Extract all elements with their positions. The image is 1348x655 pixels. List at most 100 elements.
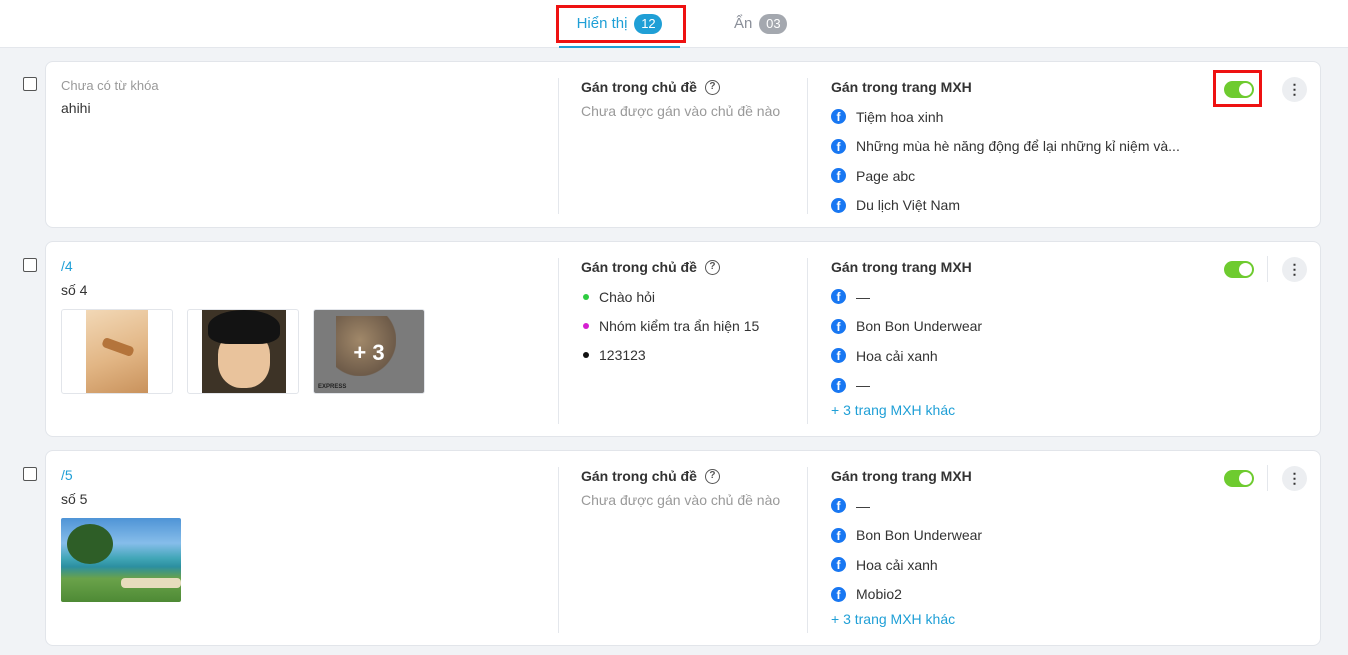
page-list: f — f Bon Bon Underwear f Hoa cải xanh f Mob… — [831, 491, 1211, 609]
pages-column: Gán trong trang MXH f — f Bon Bon Underwea… — [831, 258, 1211, 418]
visibility-toggle[interactable] — [1224, 470, 1254, 487]
action-separator — [1267, 465, 1268, 491]
keyword-card: Chưa có từ khóa ahihi Gán trong chủ đề ?… — [45, 61, 1321, 228]
page-item: f — — [831, 371, 1211, 401]
pages-column: Gán trong trang MXH f Tiệm hoa xinh f Nhữn… — [831, 78, 1211, 220]
more-vertical-icon: ⋮ — [1287, 470, 1302, 486]
keyword-title: ahihi — [61, 100, 91, 116]
facebook-icon: f — [831, 586, 846, 602]
topic-label: Nhóm kiểm tra ẩn hiện 15 — [599, 317, 760, 334]
page-item: f — — [831, 282, 1211, 312]
facebook-icon: f — [831, 197, 846, 213]
page-name: Hoa cải xanh — [856, 347, 938, 364]
topics-empty-text: Chưa được gán vào chủ đề nào — [581, 103, 781, 119]
help-icon[interactable]: ? — [704, 259, 720, 275]
toggle-knob — [1239, 83, 1252, 96]
page-name: Hoa cải xanh — [856, 556, 938, 573]
tab-visible-count: 12 — [634, 13, 663, 34]
topics-heading: Gán trong chủ đề ? — [581, 78, 811, 96]
facebook-icon: f — [831, 557, 846, 573]
column-divider — [807, 258, 808, 424]
thumbnail-character-image[interactable] — [187, 309, 299, 394]
topics-heading-label: Gán trong chủ đề — [581, 79, 697, 95]
page-item: f Hoa cải xanh — [831, 341, 1211, 371]
page-name: — — [856, 377, 870, 394]
topic-item: Chào hỏi — [581, 282, 811, 311]
toggle-knob — [1239, 472, 1252, 485]
toggle-knob — [1239, 263, 1252, 276]
column-divider — [558, 78, 559, 214]
facebook-icon: f — [831, 318, 846, 334]
keyword-title: số 5 — [61, 491, 88, 507]
column-divider — [807, 78, 808, 214]
pages-column: Gán trong trang MXH f — f Bon Bon Underwea… — [831, 467, 1211, 627]
more-images-count: + 3 — [353, 340, 385, 365]
column-divider — [558, 258, 559, 424]
keyword-column: Chưa có từ khóa ahihi — [61, 78, 551, 116]
topics-heading-label: Gán trong chủ đề — [581, 468, 697, 484]
visibility-toggle[interactable] — [1224, 261, 1254, 278]
topics-column: Gán trong chủ đề ? Chưa được gán vào chủ… — [581, 467, 811, 508]
facebook-icon: f — [831, 348, 846, 364]
keyword-column: /5 số 5 — [61, 467, 551, 602]
row-checkbox[interactable] — [23, 467, 37, 481]
page-name: — — [856, 497, 870, 514]
tab-visible[interactable]: Hiển thị 12 — [559, 0, 680, 48]
facebook-icon: f — [831, 138, 846, 154]
more-options-button[interactable]: ⋮ — [1282, 466, 1307, 491]
topic-color-dot — [583, 293, 589, 300]
page-item: f Những mùa hè năng động để lại những kỉ … — [831, 132, 1211, 162]
page-list: f — f Bon Bon Underwear f Hoa cải xanh f — — [831, 282, 1211, 400]
tab-hidden[interactable]: Ẩn 03 — [734, 0, 788, 47]
facebook-icon: f — [831, 527, 846, 543]
keyword-card: /5 số 5 Gán trong chủ đề ? Chưa được gán… — [45, 450, 1321, 646]
facebook-icon: f — [831, 377, 846, 393]
topic-item: 123123 — [581, 340, 811, 369]
facebook-icon: f — [831, 109, 846, 125]
page-name: Mobio2 — [856, 586, 902, 603]
topics-empty-text: Chưa được gán vào chủ đề nào — [581, 492, 781, 508]
thumbnail-more-images[interactable]: + 3 EXPRESS — [313, 309, 425, 394]
keyword-empty-text: Chưa có từ khóa — [61, 78, 159, 93]
page-name: Du lịch Việt Nam — [856, 197, 961, 214]
page-item: f Hoa cải xanh — [831, 550, 1211, 580]
more-vertical-icon: ⋮ — [1287, 81, 1302, 97]
facebook-icon: f — [831, 498, 846, 514]
page-list: f Tiệm hoa xinh f Những mùa hè năng động đ… — [831, 102, 1211, 220]
more-options-button[interactable]: ⋮ — [1282, 257, 1307, 282]
keyword-link[interactable]: /4 — [61, 258, 551, 274]
thumbnail-beach-image[interactable] — [61, 518, 181, 602]
tab-hidden-label: Ẩn — [734, 15, 753, 32]
tab-visible-label: Hiển thị — [576, 15, 628, 32]
visibility-toggle[interactable] — [1224, 81, 1254, 98]
image-thumbnails: + 3 EXPRESS — [61, 309, 551, 394]
action-separator — [1267, 256, 1268, 282]
tab-bar: Hiển thị 12 Ẩn 03 — [0, 0, 1348, 48]
topics-heading: Gán trong chủ đề ? — [581, 467, 811, 485]
topics-column: Gán trong chủ đề ? Chưa được gán vào chủ… — [581, 78, 811, 119]
topic-color-dot — [583, 322, 589, 329]
more-vertical-icon: ⋮ — [1287, 261, 1302, 277]
column-divider — [807, 467, 808, 633]
page-name: Page abc — [856, 167, 916, 184]
row-checkbox[interactable] — [23, 77, 37, 91]
help-icon[interactable]: ? — [704, 468, 720, 484]
topic-list: Chào hỏi Nhóm kiểm tra ẩn hiện 15 123123 — [581, 282, 811, 369]
keyword-link[interactable]: /5 — [61, 467, 551, 483]
more-pages-link[interactable]: + 3 trang MXH khác — [831, 402, 1211, 418]
page-name: Bon Bon Underwear — [856, 527, 983, 544]
thumbnail-dog-image[interactable] — [61, 309, 173, 394]
page-item: f Bon Bon Underwear — [831, 521, 1211, 551]
topic-label: Chào hỏi — [599, 288, 656, 305]
keyword-column: /4 số 4 + 3 EXPRESS — [61, 258, 551, 394]
facebook-icon: f — [831, 289, 846, 305]
pages-heading: Gán trong trang MXH — [831, 468, 972, 484]
tab-hidden-count: 03 — [759, 13, 788, 34]
row-checkbox[interactable] — [23, 258, 37, 272]
pages-heading: Gán trong trang MXH — [831, 79, 972, 95]
more-pages-link[interactable]: + 3 trang MXH khác — [831, 611, 1211, 627]
help-icon[interactable]: ? — [704, 79, 720, 95]
topic-label: 123123 — [599, 346, 646, 363]
more-options-button[interactable]: ⋮ — [1282, 77, 1307, 102]
page-item: f Bon Bon Underwear — [831, 312, 1211, 342]
